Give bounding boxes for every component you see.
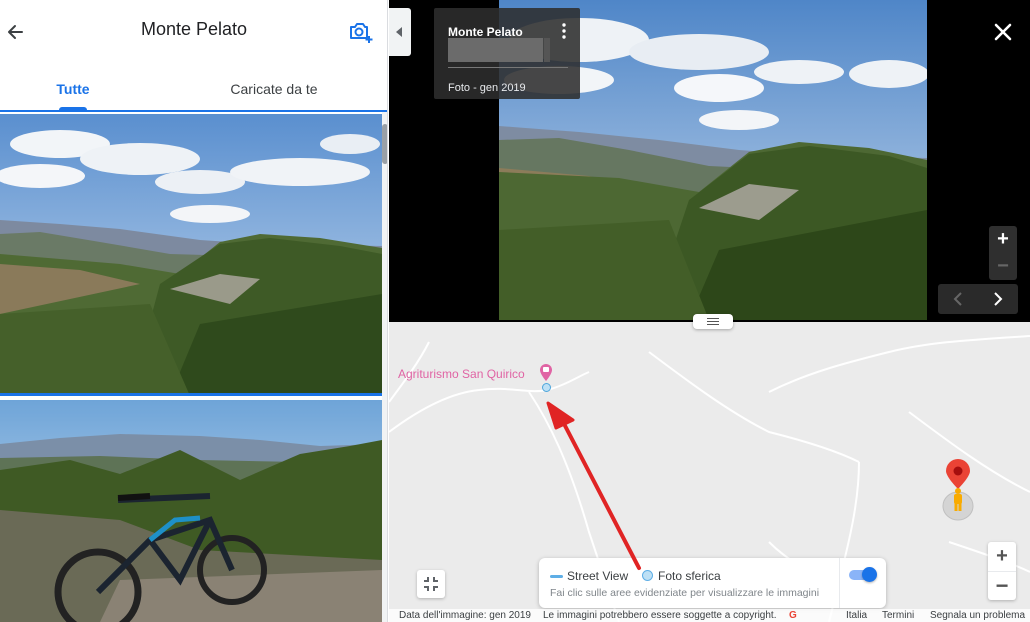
tab-all[interactable]: Tutte xyxy=(0,64,146,112)
pegman-icon xyxy=(942,459,974,521)
add-photo-button[interactable] xyxy=(346,18,374,46)
toggle-knob xyxy=(862,567,877,582)
viewer-zoom-out-button[interactable]: − xyxy=(989,253,1017,280)
place-title: Monte Pelato xyxy=(140,19,248,39)
drag-handle-line xyxy=(707,321,719,322)
copyright-notice: Le immagini potrebbero essere soggette a… xyxy=(543,610,777,621)
spherical-photo-swatch xyxy=(642,570,653,581)
photo-info-title[interactable]: Monte Pelato xyxy=(448,25,523,39)
tab-uploaded-by-you[interactable]: Caricate da te xyxy=(160,64,387,112)
photo-tabs: Tutte Caricate da te xyxy=(0,64,387,112)
drag-handle-line xyxy=(707,324,719,325)
map-zoom-out-button[interactable]: − xyxy=(988,571,1016,600)
viewer-zoom-in-button[interactable]: + xyxy=(989,226,1017,253)
photo-viewer[interactable]: Monte Pelato Foto - gen 2019 + − xyxy=(389,0,1030,322)
map-zoom-control: + − xyxy=(988,542,1016,600)
street-view-line-swatch xyxy=(550,575,563,578)
viewer-zoom-control: + − xyxy=(989,226,1017,280)
legend-hint: Fai clic sulle aree evidenziate per visu… xyxy=(550,587,820,599)
poi-marker[interactable] xyxy=(539,363,553,381)
fullscreen-exit-icon xyxy=(424,577,438,591)
photo-navigation xyxy=(938,284,1018,314)
report-problem-link[interactable]: Segnala un problema xyxy=(930,610,1025,621)
street-view-label: Street View xyxy=(567,569,629,583)
fullscreen-exit-button[interactable] xyxy=(417,570,445,598)
spherical-photo-dot[interactable] xyxy=(542,383,551,392)
poi-name-label[interactable]: Agriturismo San Quirico xyxy=(398,367,525,381)
photo-date: Foto - gen 2019 xyxy=(448,82,526,94)
redacted-author-tail xyxy=(544,38,550,62)
image-date-text: Data dell'immagine: gen 2019 xyxy=(399,610,531,621)
previous-photo-button[interactable] xyxy=(938,284,978,314)
next-photo-button[interactable] xyxy=(978,284,1018,314)
coverage-legend: Street View Foto sferica Fai clic sulle … xyxy=(539,558,886,608)
add-photo-icon xyxy=(350,23,373,43)
photo-thumbnail-mountain[interactable] xyxy=(0,114,382,396)
info-divider xyxy=(448,67,568,68)
legend-divider xyxy=(839,558,840,608)
pegman[interactable] xyxy=(941,459,975,521)
panel-scrollbar[interactable] xyxy=(382,112,387,622)
selection-top-border xyxy=(0,110,387,112)
google-logo-icon: G xyxy=(789,610,797,621)
collapse-panel-button[interactable] xyxy=(389,8,411,56)
google-maps-photo-viewer: Monte Pelato Tutte Caricate da te Monte … xyxy=(0,0,1030,622)
mountain-bike-photo xyxy=(0,400,382,622)
photo-thumbnail-mountain-bike[interactable] xyxy=(0,400,382,622)
photo-list-panel: Monte Pelato Tutte Caricate da te xyxy=(0,0,388,622)
panel-header: Monte Pelato xyxy=(0,0,387,64)
chevron-right-icon xyxy=(994,292,1003,306)
resize-handle[interactable] xyxy=(693,314,733,329)
more-vert-icon xyxy=(562,23,566,39)
more-options-button[interactable] xyxy=(558,22,570,40)
scrollbar-thumb[interactable] xyxy=(382,124,387,164)
coverage-toggle[interactable] xyxy=(849,567,877,583)
country-link[interactable]: Italia xyxy=(846,610,867,621)
caret-left-icon xyxy=(396,27,402,37)
map-footer: Data dell'immagine: gen 2019 Le immagini… xyxy=(389,609,1030,622)
landscape-photo xyxy=(0,114,382,393)
map-view[interactable]: Agriturismo San Quirico Street View Foto… xyxy=(389,322,1030,622)
map-zoom-in-button[interactable]: + xyxy=(988,542,1016,571)
spherical-photo-label: Foto sferica xyxy=(658,569,721,583)
restaurant-pin-icon xyxy=(540,364,552,381)
photo-info-card: Monte Pelato Foto - gen 2019 xyxy=(434,8,580,99)
close-icon xyxy=(994,23,1012,41)
terms-link[interactable]: Termini xyxy=(882,610,914,621)
chevron-left-icon xyxy=(953,292,962,306)
drag-handle-line xyxy=(707,318,719,319)
close-viewer-button[interactable] xyxy=(991,20,1015,44)
redacted-author xyxy=(448,38,543,62)
